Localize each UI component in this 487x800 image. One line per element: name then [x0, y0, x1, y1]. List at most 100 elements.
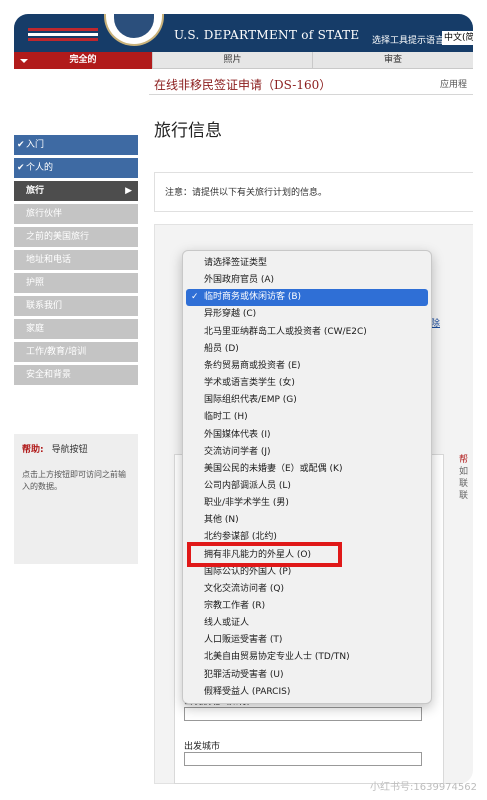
page-title: 旅行信息 — [154, 121, 222, 141]
sidebar-item-passport[interactable]: 护照 — [14, 273, 138, 293]
language-select[interactable]: 中文(简 — [442, 31, 473, 45]
screenshot-frame: U.S. DEPARTMENT of STATE 选择工具提示语言 中文(简 完… — [0, 0, 487, 800]
nav-tab-complete-label: 完全的 — [69, 55, 97, 65]
sidebar-item-travel[interactable]: 旅行 ▶ — [14, 181, 138, 201]
sidebar-item-previous-us-travel[interactable]: 之前的美国旅行 — [14, 227, 138, 247]
visa-type-option[interactable]: 异形穿越 (C) — [186, 306, 428, 323]
annotation-highlight-box — [187, 542, 342, 567]
progress-navbar: 完全的 照片 审查 — [14, 52, 473, 69]
application-id-label: 应用程 — [440, 80, 468, 90]
checkmark-icon: ✓ — [191, 292, 199, 303]
visa-type-option[interactable]: 人口贩运受害者 (T) — [186, 632, 428, 649]
visa-type-option-label: 假释受益人 (PARCIS) — [204, 686, 291, 697]
visa-type-option-label: 文化交流访问者 (Q) — [204, 583, 284, 594]
help-subtitle: 导航按钮 — [51, 445, 88, 455]
visa-type-option-label: 临时商务或休闲访客 (B) — [204, 292, 302, 303]
visa-type-option[interactable]: 北美自由贸易协定专业人士 (TD/TN) — [186, 649, 428, 666]
help-title-label: 帮助: — [22, 445, 44, 455]
chevron-right-icon: ▶ — [125, 186, 132, 196]
application-title: 在线非移民签证申请（DS-160） — [154, 78, 332, 92]
sidebar-item-label: 个人的 — [26, 163, 54, 173]
visa-type-option-label: 人口贩运受害者 (T) — [204, 635, 283, 646]
state-department-seal-icon — [104, 14, 164, 46]
notice-text: 请提供以下有关旅行计划的信息。 — [192, 188, 328, 198]
side-help-line: 联 — [459, 491, 469, 501]
visa-type-option-label: 公司内部调派人员 (L) — [204, 480, 291, 491]
visa-type-option-label: 异形穿越 (C) — [204, 309, 257, 320]
help-panel: 帮助: 导航按钮 点击上方按钮即可访问之前输入的数据。 — [14, 434, 138, 564]
sidebar-item-family[interactable]: 家庭 — [14, 319, 138, 339]
visa-type-option-label: 北美自由贸易协定专业人士 (TD/TN) — [204, 652, 350, 663]
sidebar-item-getting-started[interactable]: ✔ 入门 — [14, 135, 138, 155]
language-tooltip-label: 选择工具提示语言 — [372, 36, 445, 46]
departure-flight-input[interactable] — [184, 707, 422, 721]
visa-type-option-label: 学术或语言类学生 (女) — [204, 378, 295, 389]
visa-type-option-label: 国际组织代表/EMP (G) — [204, 395, 297, 406]
visa-type-option[interactable]: 职业/非学术学生 (男) — [186, 495, 428, 512]
nav-tab-review[interactable]: 审查 — [312, 52, 473, 69]
visa-type-option[interactable]: 美国公民的未婚妻（E）或配偶 (K) — [186, 461, 428, 478]
visa-type-option-label: 宗教工作者 (R) — [204, 601, 266, 611]
sidebar-item-contact[interactable]: 联系我们 — [14, 296, 138, 316]
check-icon: ✔ — [17, 140, 25, 150]
sidebar-item-security[interactable]: 安全和背景 — [14, 365, 138, 385]
nav-tab-complete[interactable]: 完全的 — [14, 52, 152, 69]
visa-type-option[interactable]: 犯罪活动受害者 (U) — [186, 667, 428, 684]
visa-type-option-label: 北马里亚纳群岛工人或投资者 (CW/E2C) — [204, 326, 367, 337]
visa-type-option-label: 外国媒体代表 (I) — [204, 429, 271, 440]
visa-type-dropdown[interactable]: 请选择签证类型外国政府官员 (A) ✓ 临时商务或休闲访客 (B) 异形穿越 (C) 北… — [182, 250, 432, 704]
visa-type-option[interactable]: 公司内部调派人员 (L) — [186, 478, 428, 495]
visa-type-option-label: 国际公认的外国人 (P) — [204, 566, 292, 577]
sidebar-item-travel-companions[interactable]: 旅行伙伴 — [14, 204, 138, 224]
visa-type-option[interactable]: 外国政府官员 (A) — [186, 272, 428, 289]
side-help-column: 帮 如 联 联 — [459, 454, 473, 534]
visa-type-option[interactable]: 国际组织代表/EMP (G) — [186, 392, 428, 409]
visa-type-option[interactable]: 其他 (N) — [186, 512, 428, 529]
sidebar-item-personal[interactable]: ✔ 个人的 — [14, 158, 138, 178]
visa-type-option-label: 其他 (N) — [204, 515, 239, 526]
nav-tab-photo[interactable]: 照片 — [152, 52, 312, 69]
visa-type-option-label: 职业/非学术学生 (男) — [204, 498, 289, 509]
visa-type-option[interactable]: 假释受益人 (PARCIS) — [186, 684, 428, 701]
departure-city-input[interactable] — [184, 752, 422, 766]
visa-type-option-label: 美国公民的未婚妻（E）或配偶 (K) — [204, 463, 343, 474]
visa-type-option[interactable]: 交流访问学者 (J) — [186, 444, 428, 461]
chevron-down-icon — [20, 59, 28, 63]
sidebar-item-label: 旅行 — [26, 186, 45, 196]
sidebar-item-work-education[interactable]: 工作/教育/培训 — [14, 342, 138, 362]
help-text: 点击上方按钮即可访问之前输入的数据。 — [22, 470, 126, 491]
visa-type-option-label: 交流访问学者 (J) — [204, 446, 271, 457]
visa-type-option[interactable]: 学术或语言类学生 (女) — [186, 375, 428, 392]
sidebar-item-label: 入门 — [26, 140, 45, 150]
department-title: U.S. DEPARTMENT of STATE — [174, 28, 360, 42]
divider — [149, 94, 473, 95]
notice-box: 注意：请提供以下有关旅行计划的信息。 — [154, 172, 473, 212]
visa-type-option[interactable]: 条约贸易商或投资者 (E) — [186, 358, 428, 375]
sidebar-item-address-phone[interactable]: 地址和电话 — [14, 250, 138, 270]
flag-stripes — [28, 28, 98, 44]
visa-type-option-label: 条约贸易商或投资者 (E) — [204, 360, 301, 371]
side-help-line: 联 — [459, 479, 469, 489]
visa-type-option[interactable]: ✓ 临时商务或休闲访客 (B) — [186, 289, 428, 307]
visa-type-option[interactable]: 船员 (D) — [186, 341, 428, 358]
visa-type-option[interactable]: 宗教工作者 (R) — [186, 598, 428, 615]
visa-type-option-label: 外国政府官员 (A) — [204, 275, 275, 286]
visa-type-option[interactable]: 北马里亚纳群岛工人或投资者 (CW/E2C) — [186, 324, 428, 341]
browser-screen: U.S. DEPARTMENT of STATE 选择工具提示语言 中文(简 完… — [14, 14, 473, 784]
sidebar: ✔ 入门 ✔ 个人的 旅行 ▶ 旅行伙伴 之前的美国旅行 地址和电话 护照 联系… — [14, 69, 139, 784]
visa-type-option[interactable]: 线人或证人 — [186, 615, 428, 632]
visa-type-option-label: 临时工 (H) — [204, 412, 248, 423]
visa-type-option-label: 北约参谋部 (北约) — [204, 532, 277, 543]
visa-type-option[interactable]: 文化交流访问者 (Q) — [186, 581, 428, 598]
visa-type-option-label: 船员 (D) — [204, 343, 239, 354]
visa-type-option[interactable]: 外国媒体代表 (I) — [186, 427, 428, 444]
visa-type-option[interactable]: 临时工 (H) — [186, 409, 428, 426]
side-help-line: 如 — [459, 467, 469, 477]
visa-type-option[interactable]: 请选择签证类型 — [186, 255, 428, 272]
side-help-title: 帮 — [459, 455, 469, 465]
help-title: 帮助: 导航按钮 — [22, 442, 130, 455]
visa-type-option-label: 线人或证人 — [204, 618, 250, 629]
check-icon: ✔ — [17, 163, 25, 173]
visa-type-option-label: 犯罪活动受害者 (U) — [204, 669, 284, 680]
departure-city-label: 出发城市 — [184, 742, 221, 752]
